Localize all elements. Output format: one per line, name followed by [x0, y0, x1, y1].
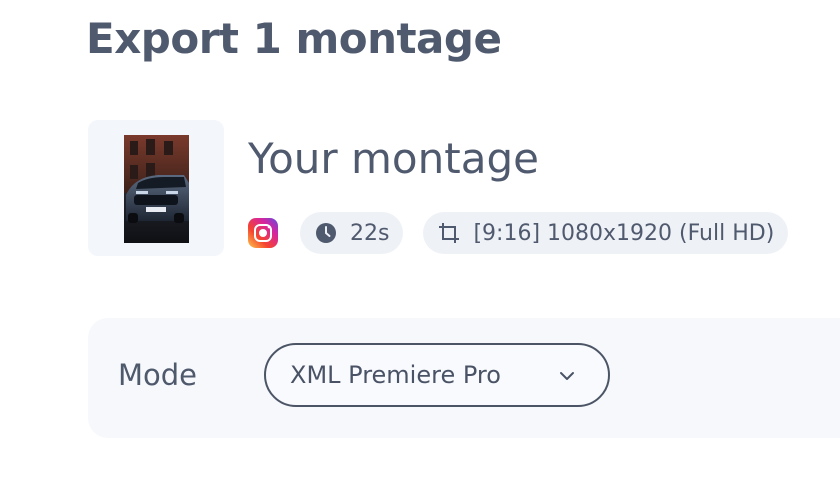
duration-badge: 22s: [300, 212, 404, 254]
mode-panel: Mode XML Premiere Pro: [88, 318, 840, 438]
crop-icon: [439, 223, 460, 243]
export-page: Export 1 montage Your montage 22s [9:16]…: [0, 0, 840, 500]
duration-value: 22s: [350, 220, 390, 246]
mode-label: Mode: [118, 358, 198, 392]
clock-icon: [316, 223, 336, 243]
format-value: [9:16] 1080x1920 (Full HD): [473, 220, 775, 246]
car-video-thumbnail-icon: [124, 135, 189, 243]
montage-name: Your montage: [248, 134, 539, 183]
mode-select-value: XML Premiere Pro: [290, 361, 501, 389]
montage-thumbnail-card[interactable]: [88, 120, 224, 256]
format-badge: [9:16] 1080x1920 (Full HD): [423, 212, 789, 254]
instagram-icon: [248, 218, 278, 248]
chevron-down-icon: [560, 372, 574, 380]
montage-meta-row: 22s [9:16] 1080x1920 (Full HD): [248, 212, 789, 254]
page-title: Export 1 montage: [86, 14, 502, 63]
mode-select[interactable]: XML Premiere Pro: [264, 343, 610, 407]
montage-thumbnail: [124, 135, 189, 243]
